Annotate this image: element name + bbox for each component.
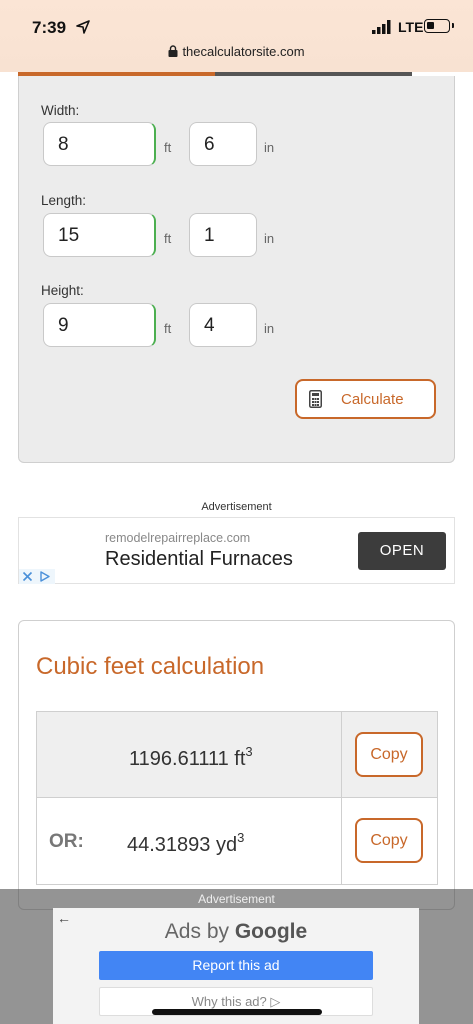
cubic-yards-value: 44.31893 yd3: [127, 830, 244, 857]
length-in-input[interactable]: 1: [189, 213, 257, 257]
cubic-feet-exponent: 3: [245, 744, 253, 759]
copy-cubic-feet-button[interactable]: Copy: [355, 732, 423, 777]
result-row: 1196.61111 ft3 Copy: [37, 712, 437, 798]
cubic-yards-number: 44.31893 yd: [127, 834, 238, 856]
battery-icon: [424, 19, 454, 33]
calculate-label: Calculate: [341, 391, 404, 408]
lock-icon: [168, 45, 178, 57]
length-ft-unit: ft: [164, 231, 172, 246]
advertisement-label: Advertisement: [201, 501, 272, 513]
google-ad-panel: ← Ads by Google Report this ad Why this …: [53, 908, 419, 1024]
result-title: Cubic feet calculation: [36, 653, 265, 680]
network-type: LTE: [398, 19, 424, 35]
width-label: Width:: [41, 103, 80, 118]
width-ft-unit: ft: [164, 140, 172, 155]
overlay-advertisement-label: Advertisement: [198, 892, 275, 906]
ads-by-google: Ads by Google: [53, 920, 419, 944]
width-ft-input[interactable]: 8: [43, 122, 156, 166]
home-indicator[interactable]: [152, 1009, 322, 1015]
ad-controls[interactable]: [19, 569, 55, 584]
height-in-input[interactable]: 4: [189, 303, 257, 347]
cubic-feet-number: 1196.61111 ft: [129, 748, 246, 770]
ad-close-icon[interactable]: [22, 571, 33, 582]
result-row: OR: 44.31893 yd3 Copy: [37, 798, 437, 884]
google-wordmark: Google: [234, 920, 308, 943]
height-ft-input[interactable]: 9: [43, 303, 156, 347]
cubic-feet-value: 1196.61111 ft3: [129, 744, 253, 771]
report-ad-button[interactable]: Report this ad: [99, 951, 373, 980]
calculate-button[interactable]: Calculate: [295, 379, 436, 419]
ad-banner[interactable]: remodelrepairreplace.com Residential Fur…: [18, 517, 455, 584]
bottom-ad-overlay: Advertisement ← Ads by Google Report thi…: [0, 889, 473, 1024]
length-in-unit: in: [264, 231, 275, 246]
result-table: 1196.61111 ft3 Copy OR: 44.31893 yd3 Cop…: [36, 711, 438, 885]
url-bar[interactable]: thecalculatorsite.com: [0, 44, 473, 59]
height-label: Height:: [41, 283, 84, 298]
or-label: OR:: [49, 831, 84, 852]
status-bar: 7:39 LTE thecalculatorsite.com: [0, 0, 473, 72]
calculator-form: Width: 8 ft 6 in Length: 15 ft 1 in Heig…: [18, 76, 455, 463]
url-text: thecalculatorsite.com: [182, 44, 305, 59]
ad-domain: remodelrepairreplace.com: [105, 531, 251, 545]
length-ft-input[interactable]: 15: [43, 213, 156, 257]
column-divider: [341, 712, 342, 797]
length-label: Length:: [41, 193, 87, 208]
calculator-icon: [309, 390, 322, 408]
ad-open-button[interactable]: OPEN: [358, 532, 446, 570]
copy-cubic-yards-button[interactable]: Copy: [355, 818, 423, 863]
ads-by-text: Ads by: [164, 920, 229, 943]
result-card: Cubic feet calculation 1196.61111 ft3 Co…: [18, 620, 455, 910]
ad-title[interactable]: Residential Furnaces: [105, 548, 293, 571]
column-divider: [341, 798, 342, 884]
cubic-yards-exponent: 3: [237, 830, 245, 845]
width-in-unit: in: [264, 140, 275, 155]
signal-icon: [372, 20, 391, 34]
location-arrow-icon: [76, 20, 90, 34]
height-ft-unit: ft: [164, 321, 172, 336]
height-in-unit: in: [264, 321, 275, 336]
ad-choices-icon[interactable]: [39, 571, 50, 582]
width-in-input[interactable]: 6: [189, 122, 257, 166]
clock: 7:39: [32, 18, 67, 37]
